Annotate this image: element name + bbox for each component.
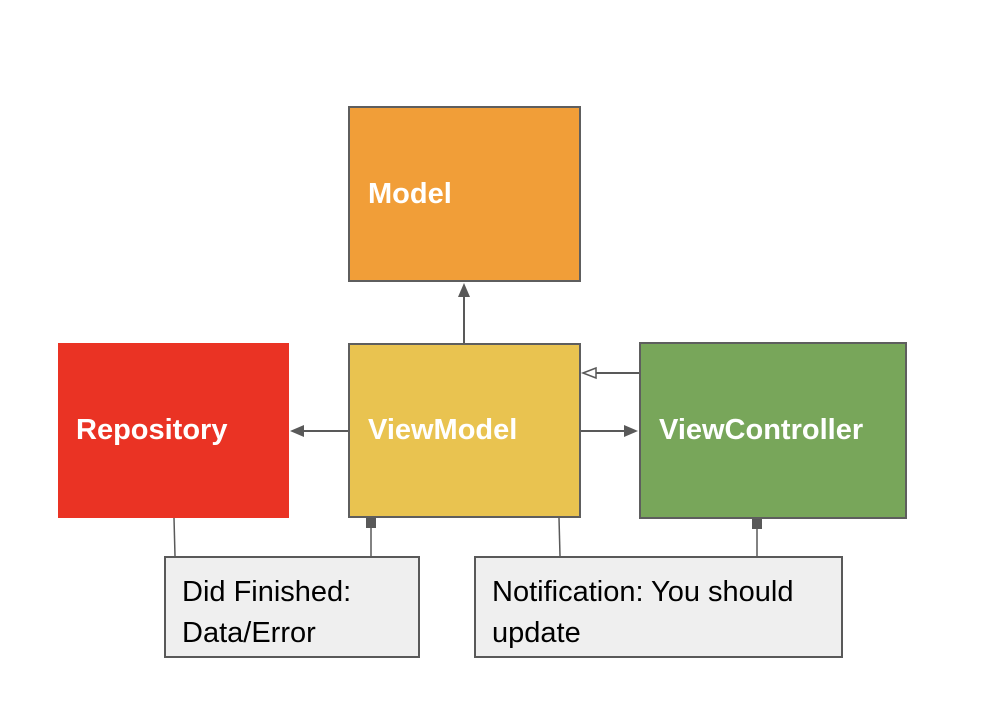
note-line: update (492, 617, 581, 649)
model-label: Model (368, 177, 452, 210)
arrow-viewmodel-to-model (458, 283, 470, 343)
note-line: Did Finished: (182, 576, 352, 608)
model-box: Model (348, 106, 581, 282)
note-connector-repository (173, 517, 176, 557)
note-connector-viewmodel-right (558, 517, 561, 557)
note-connector-viewmodel-left (366, 518, 376, 556)
viewmodel-label: ViewModel (368, 414, 518, 446)
note-line: Data/Error (182, 617, 316, 649)
arrow-viewmodel-to-viewcontroller (581, 425, 638, 437)
viewmodel-box: ViewModel (348, 343, 581, 518)
note-connector-viewcontroller (752, 519, 762, 556)
repository-callback-note: Did Finished: Data/Error (164, 556, 420, 658)
viewcontroller-label: ViewController (659, 414, 864, 446)
viewcontroller-notification-note: Notification: You should update (474, 556, 843, 658)
mvvm-diagram: Model Repository ViewModel ViewControlle… (0, 0, 996, 712)
note-line: Notification: You should (492, 576, 794, 608)
arrow-viewmodel-to-repository (290, 425, 348, 437)
viewcontroller-box: ViewController (639, 342, 907, 519)
repository-box: Repository (58, 343, 289, 518)
repository-label: Repository (76, 414, 228, 446)
arrow-viewcontroller-to-viewmodel (580, 366, 639, 380)
